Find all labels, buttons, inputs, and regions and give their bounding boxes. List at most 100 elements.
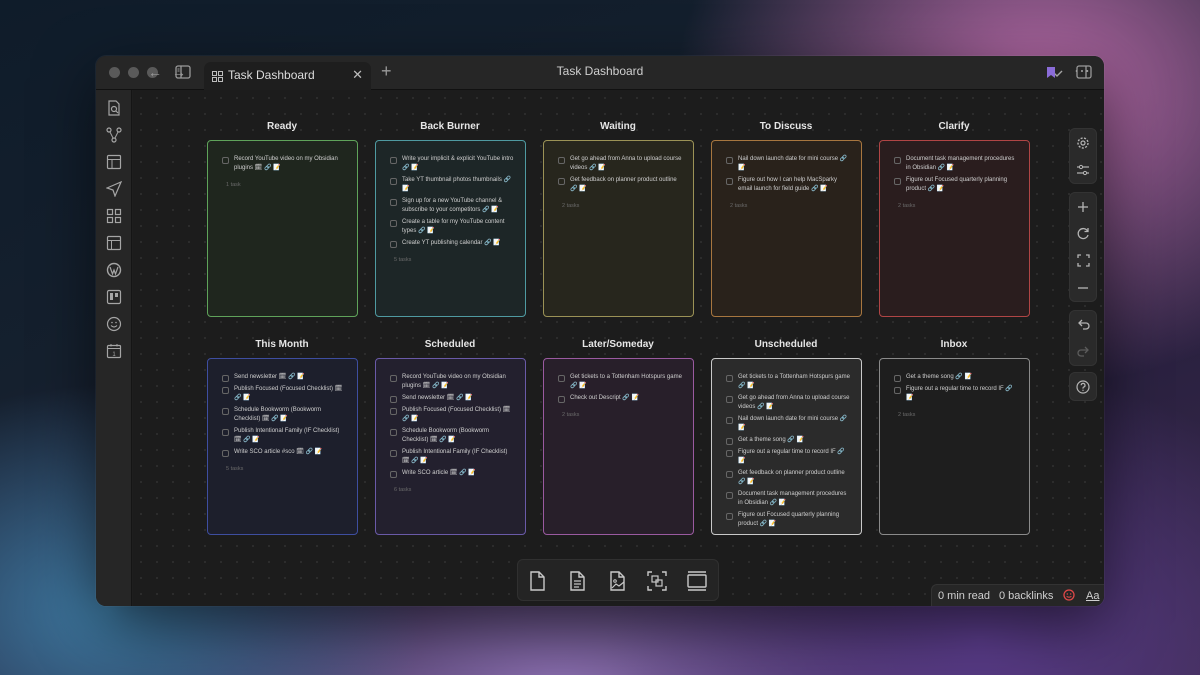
task-text[interactable]: Send newsletter 🗓 🔗 📝 xyxy=(234,373,305,382)
task-checkbox[interactable] xyxy=(558,396,565,403)
task-text[interactable]: Sign up for a new YouTube channel & subs… xyxy=(402,197,515,215)
task-checkbox[interactable] xyxy=(726,375,733,382)
task-checkbox[interactable] xyxy=(390,220,397,227)
frame-icon[interactable] xyxy=(686,570,708,592)
task-text[interactable]: Nail down launch date for mini course 🔗 … xyxy=(738,155,851,173)
task-checkbox[interactable] xyxy=(390,396,397,403)
font-toggle[interactable]: Aa xyxy=(1086,590,1099,602)
task-text[interactable]: Get tickets to a Tottenham Hotspurs game… xyxy=(570,373,683,391)
column-card[interactable]: Nail down launch date for mini course 🔗 … xyxy=(711,140,862,317)
task-checkbox[interactable] xyxy=(390,241,397,248)
media-card-icon[interactable] xyxy=(606,570,628,592)
table-icon[interactable] xyxy=(106,235,122,251)
task-checkbox[interactable] xyxy=(390,471,397,478)
task-checkbox[interactable] xyxy=(390,375,397,382)
task-text[interactable]: Get feedback on planner product outline … xyxy=(738,469,851,487)
note-card-icon[interactable] xyxy=(566,570,588,592)
task-text[interactable]: Create a table for my YouTube content ty… xyxy=(402,218,515,236)
task-checkbox[interactable] xyxy=(390,199,397,206)
task-checkbox[interactable] xyxy=(726,396,733,403)
task-text[interactable]: Write SCO article #sco 🗓 🔗 📝 xyxy=(234,448,322,457)
task-text[interactable]: Get a theme song 🔗 📝 xyxy=(906,373,972,382)
task-checkbox[interactable] xyxy=(390,429,397,436)
task-text[interactable]: Figure out Focused quarterly planning pr… xyxy=(906,176,1019,194)
reset-zoom-icon[interactable] xyxy=(1070,220,1096,247)
task-checkbox[interactable] xyxy=(894,387,901,394)
task-text[interactable]: Figure out how I can help MacSparky emai… xyxy=(738,176,851,194)
graph-icon[interactable] xyxy=(106,127,122,143)
nav-back-button[interactable]: ← xyxy=(148,64,162,80)
task-checkbox[interactable] xyxy=(390,450,397,457)
new-note-icon[interactable] xyxy=(526,570,548,592)
task-checkbox[interactable] xyxy=(726,417,733,424)
column-card[interactable]: Record YouTube video on my Obsidian plug… xyxy=(375,358,526,535)
blocks-icon[interactable] xyxy=(106,208,122,224)
undo-icon[interactable] xyxy=(1070,311,1096,338)
task-checkbox[interactable] xyxy=(222,429,229,436)
task-checkbox[interactable] xyxy=(726,513,733,520)
column-card[interactable]: Get tickets to a Tottenham Hotspurs game… xyxy=(711,358,862,535)
zoom-in-icon[interactable] xyxy=(1070,193,1096,220)
task-checkbox[interactable] xyxy=(894,157,901,164)
task-text[interactable]: Write your implicit & explicit YouTube i… xyxy=(402,155,515,173)
task-text[interactable]: Schedule Bookworm (Bookworm Checklist) 🗓… xyxy=(402,427,515,445)
column-card[interactable]: Write your implicit & explicit YouTube i… xyxy=(375,140,526,317)
task-text[interactable]: Write SCO article 🗓 🔗 📝 xyxy=(402,469,476,478)
help-icon[interactable] xyxy=(1070,373,1096,400)
task-text[interactable]: Figure out a regular time to record IF 🔗… xyxy=(738,448,851,466)
task-checkbox[interactable] xyxy=(222,450,229,457)
layout-icon[interactable] xyxy=(106,154,122,170)
task-checkbox[interactable] xyxy=(894,178,901,185)
calendar-icon[interactable]: 1 xyxy=(106,343,122,359)
column-card[interactable]: Record YouTube video on my Obsidian plug… xyxy=(207,140,358,317)
task-checkbox[interactable] xyxy=(726,471,733,478)
column-card[interactable]: Get a theme song 🔗 📝 Figure out a regular… xyxy=(879,358,1030,535)
task-text[interactable]: Figure out Focused quarterly planning pr… xyxy=(738,511,851,529)
smile-icon[interactable] xyxy=(106,316,122,332)
task-text[interactable]: Document task management procedures in O… xyxy=(738,490,851,508)
redo-icon[interactable] xyxy=(1070,338,1096,365)
zoom-to-fit-icon[interactable] xyxy=(1070,247,1096,274)
task-text[interactable]: Get go ahead from Anna to upload course … xyxy=(738,394,851,412)
task-text[interactable]: Check out Descript 🔗 📝 xyxy=(570,394,639,403)
task-text[interactable]: Document task management procedures in O… xyxy=(906,155,1019,173)
task-checkbox[interactable] xyxy=(726,492,733,499)
gear-icon[interactable] xyxy=(1070,129,1096,156)
bookmark-icon[interactable] xyxy=(1046,66,1056,82)
task-checkbox[interactable] xyxy=(390,178,397,185)
task-checkbox[interactable] xyxy=(222,157,229,164)
task-text[interactable]: Publish Focused (Focused Checklist) 🗓 🔗 … xyxy=(234,385,347,403)
task-text[interactable]: Figure out a regular time to record IF 🔗… xyxy=(906,385,1019,403)
task-text[interactable]: Nail down launch date for mini course 🔗 … xyxy=(738,415,851,433)
task-checkbox[interactable] xyxy=(726,157,733,164)
search-file-icon[interactable] xyxy=(106,100,122,116)
task-checkbox[interactable] xyxy=(222,408,229,415)
more-options-button[interactable]: ⋯ xyxy=(1074,61,1090,81)
task-text[interactable]: Publish Intentional Family (IF Checklist… xyxy=(234,427,347,445)
column-card[interactable]: Send newsletter 🗓 🔗 📝 Publish Focused (Fo… xyxy=(207,358,358,535)
task-checkbox[interactable] xyxy=(726,450,733,457)
group-icon[interactable] xyxy=(646,570,668,592)
task-text[interactable]: Send newsletter 🗓 🔗 📝 xyxy=(402,394,473,403)
task-checkbox[interactable] xyxy=(390,408,397,415)
task-text[interactable]: Record YouTube video on my Obsidian plug… xyxy=(402,373,515,391)
task-checkbox[interactable] xyxy=(558,157,565,164)
task-checkbox[interactable] xyxy=(390,157,397,164)
zoom-out-icon[interactable] xyxy=(1070,274,1096,301)
task-text[interactable]: Get feedback on planner product outline … xyxy=(570,176,683,194)
task-checkbox[interactable] xyxy=(558,178,565,185)
task-checkbox[interactable] xyxy=(222,375,229,382)
task-text[interactable]: Create YT publishing calendar 🔗 📝 xyxy=(402,239,501,248)
task-text[interactable]: Schedule Bookworm (Bookworm Checklist) 🗓… xyxy=(234,406,347,424)
task-text[interactable]: Take YT thumbnail photos thumbnails 🔗 📝 xyxy=(402,176,515,194)
kanban-icon[interactable] xyxy=(106,289,122,305)
task-text[interactable]: Publish Focused (Focused Checklist) 🗓 🔗 … xyxy=(402,406,515,424)
task-checkbox[interactable] xyxy=(726,438,733,445)
emoji-status-icon[interactable] xyxy=(1063,589,1075,604)
task-text[interactable]: Get go ahead from Anna to upload course … xyxy=(570,155,683,173)
task-checkbox[interactable] xyxy=(726,178,733,185)
wordpress-icon[interactable] xyxy=(106,262,122,278)
send-icon[interactable] xyxy=(105,180,123,198)
task-text[interactable]: Get tickets to a Tottenham Hotspurs game… xyxy=(738,373,851,391)
nav-forward-button[interactable]: → xyxy=(172,64,186,80)
